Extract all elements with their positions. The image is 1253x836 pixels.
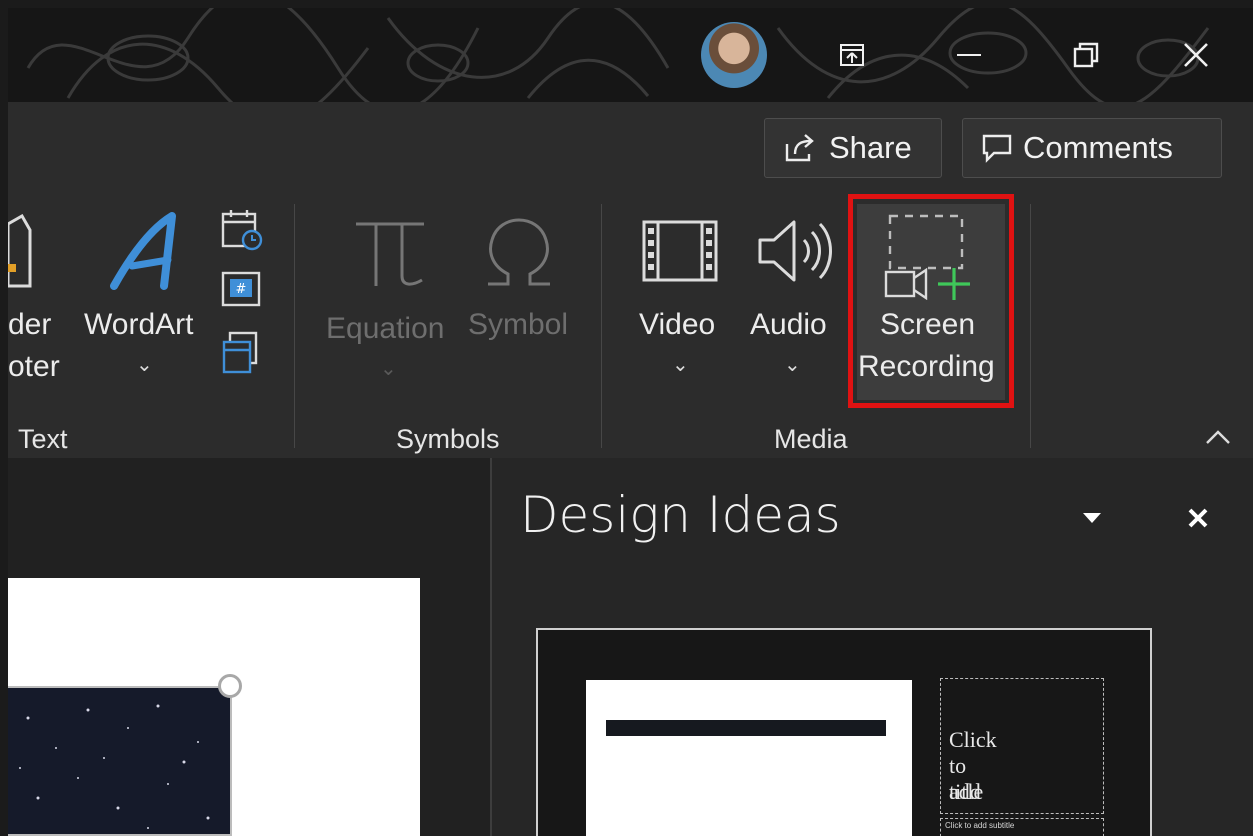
slide-number-icon: # xyxy=(221,271,261,307)
highlight-box xyxy=(848,194,1014,408)
insert-ribbon: der oter WordArt ⌄ # Text Equation ⌄ Sym… xyxy=(8,194,1253,458)
header-footer-label-line1: der xyxy=(8,308,52,341)
starfield-picture[interactable] xyxy=(8,686,232,836)
subtitle-placeholder-text: Click to add subtitle xyxy=(945,821,1015,830)
media-group-label: Media xyxy=(774,424,848,454)
comments-button[interactable]: Comments xyxy=(962,118,1222,178)
comment-icon xyxy=(982,134,1012,163)
close-icon xyxy=(1184,43,1208,67)
date-time-icon xyxy=(221,210,263,251)
slide-editor xyxy=(8,458,490,836)
group-separator xyxy=(294,204,295,448)
title-bar xyxy=(8,8,1253,102)
minimize-icon xyxy=(957,54,981,56)
close-pane-button[interactable] xyxy=(1178,498,1218,538)
chevron-up-icon xyxy=(1206,430,1230,444)
title-placeholder-line2: title xyxy=(949,779,984,804)
close-window-button[interactable] xyxy=(1170,30,1222,80)
share-icon xyxy=(785,134,814,162)
ribbon-display-options-button[interactable] xyxy=(826,30,878,80)
group-separator xyxy=(601,204,602,448)
wordart-icon xyxy=(110,212,176,290)
chevron-down-icon: ⌄ xyxy=(672,354,689,376)
share-label: Share xyxy=(829,130,912,165)
design-preview-taskbar xyxy=(606,720,886,736)
restore-icon xyxy=(1073,42,1099,68)
minimize-button[interactable] xyxy=(943,30,995,80)
design-ideas-pane: Design Ideas Click to add title Click to… xyxy=(490,458,1253,836)
powerpoint-window: Share Comments der oter WordArt ⌄ # Text… xyxy=(8,8,1253,836)
design-ideas-title: Design Ideas xyxy=(520,486,841,544)
chevron-down-icon: ⌄ xyxy=(380,358,397,380)
ribbon-header-bar: Share Comments xyxy=(8,102,1253,196)
pi-icon xyxy=(356,222,424,286)
video-icon xyxy=(642,220,718,282)
speaker-icon xyxy=(758,220,832,282)
video-label: Video xyxy=(639,308,716,341)
close-icon xyxy=(1188,508,1208,528)
text-group-label: Text xyxy=(18,424,68,454)
collapse-ribbon-button[interactable] xyxy=(1204,428,1232,451)
starfield-image xyxy=(19,704,210,829)
rotation-handle[interactable] xyxy=(218,674,242,698)
caret-down-icon xyxy=(1083,513,1101,523)
object-button[interactable] xyxy=(220,330,264,379)
design-preview-title-placeholder: Click to add title xyxy=(940,678,1104,814)
user-avatar[interactable] xyxy=(701,22,767,88)
omega-icon xyxy=(488,218,550,286)
header-footer-icon xyxy=(8,214,32,288)
design-idea-thumbnail[interactable]: Click to add title Click to add subtitle xyxy=(536,628,1152,836)
design-preview-subtitle-placeholder: Click to add subtitle xyxy=(940,818,1104,836)
object-icon xyxy=(222,331,258,374)
ribbon-display-options-icon xyxy=(840,44,864,66)
group-separator xyxy=(1030,204,1031,448)
restore-button[interactable] xyxy=(1060,30,1112,80)
share-button[interactable]: Share xyxy=(764,118,942,178)
chevron-down-icon: ⌄ xyxy=(784,354,801,376)
symbol-label: Symbol xyxy=(468,308,569,341)
wordart-label: WordArt xyxy=(84,308,194,341)
equation-label: Equation xyxy=(326,312,445,345)
symbols-group-label: Symbols xyxy=(396,424,500,454)
pane-options-button[interactable] xyxy=(1072,498,1112,538)
header-footer-label-line2: oter xyxy=(8,350,60,383)
design-preview-picture xyxy=(586,680,912,836)
svg-text:#: # xyxy=(236,282,247,297)
chevron-down-icon: ⌄ xyxy=(136,354,153,376)
slide-number-button[interactable]: # xyxy=(220,270,264,315)
audio-label: Audio xyxy=(750,308,827,341)
date-time-button[interactable] xyxy=(220,208,264,257)
comments-label: Comments xyxy=(1023,130,1173,165)
